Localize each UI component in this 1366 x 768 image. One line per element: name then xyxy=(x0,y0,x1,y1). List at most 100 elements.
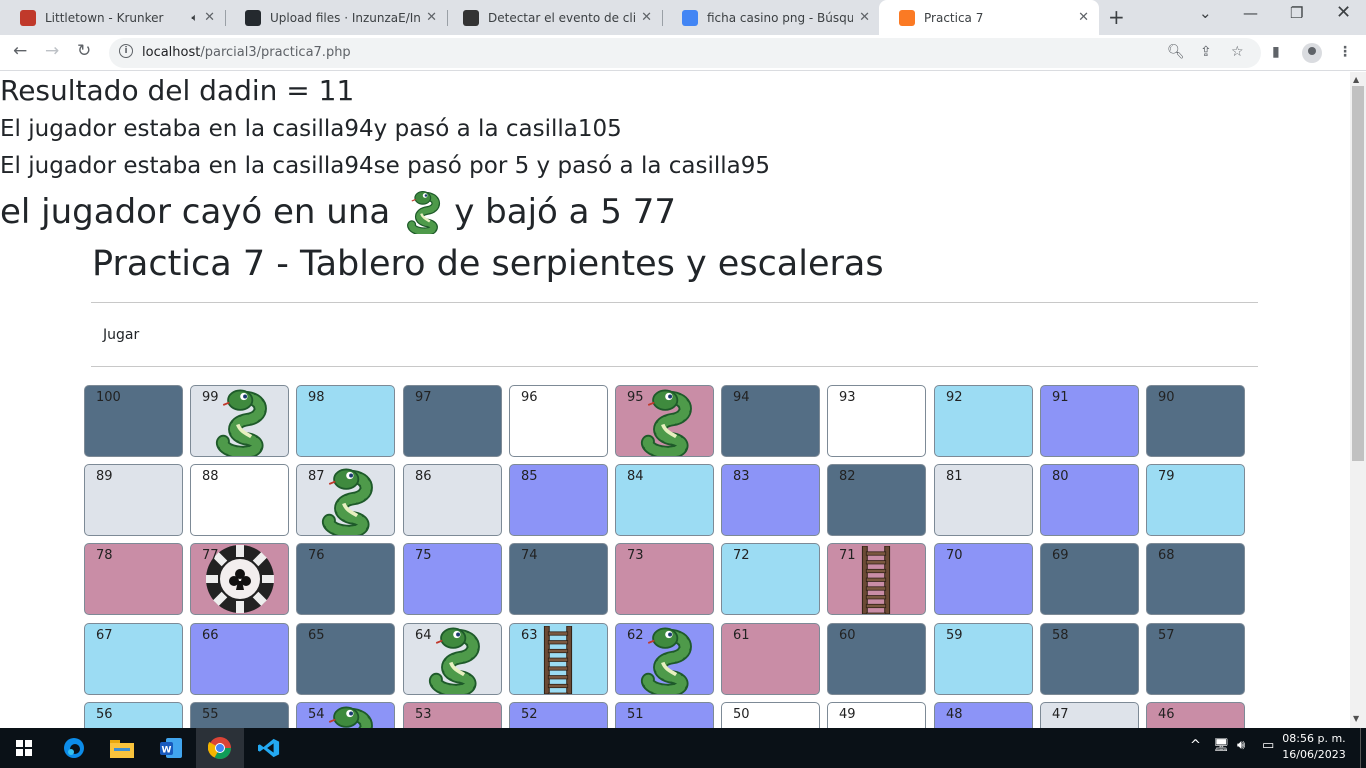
close-tab-icon[interactable]: ✕ xyxy=(859,10,870,25)
network-icon[interactable]: 🖥︎ xyxy=(1213,738,1230,753)
minimize-button[interactable]: — xyxy=(1243,4,1258,22)
tab-strip: Littletown - Krunker 🔈︎ ✕ Upload files · In… xyxy=(0,0,1366,35)
cell-number: 97 xyxy=(415,390,432,405)
profile-avatar[interactable] xyxy=(1302,43,1322,63)
ime-icon[interactable]: ▭ xyxy=(1262,738,1274,753)
board-cell-50: 50 xyxy=(721,702,820,728)
word-icon[interactable]: W xyxy=(147,728,195,768)
close-tab-icon[interactable]: ✕ xyxy=(1078,10,1089,25)
board-cell-84: 84 xyxy=(615,464,714,536)
page-content: Resultado del dadin = 11 El jugador esta… xyxy=(0,72,1350,728)
cell-number: 100 xyxy=(96,390,121,405)
browser-tab[interactable]: Practica 7 ✕ xyxy=(879,0,1099,35)
cell-number: 76 xyxy=(308,548,325,563)
side-panel-icon[interactable]: ▮ xyxy=(1272,44,1280,60)
close-tab-icon[interactable]: ✕ xyxy=(641,10,652,25)
snake-icon xyxy=(317,705,373,728)
board-cell-55: 55 xyxy=(190,702,289,728)
forward-button[interactable]: → xyxy=(45,41,59,61)
system-clock[interactable]: 08:56 p. m. 16/06/2023 xyxy=(1279,731,1349,763)
close-window-button[interactable]: ✕ xyxy=(1336,2,1351,23)
reload-button[interactable]: ↻ xyxy=(77,41,91,61)
share-icon[interactable]: ⇪ xyxy=(1200,44,1212,60)
cell-number: 74 xyxy=(521,548,538,563)
windows-taskbar: W ^ 🖥︎ 🔊︎ ▭ 08:56 p. m. 16/06/2023 xyxy=(0,728,1366,768)
board-cell-54: 54 xyxy=(296,702,395,728)
vscode-icon[interactable] xyxy=(245,728,293,768)
cell-number: 78 xyxy=(96,548,113,563)
clock-time: 08:56 p. m. xyxy=(1282,732,1346,745)
windows-start-icon[interactable] xyxy=(0,728,48,768)
volume-icon[interactable]: 🔊︎ xyxy=(1237,738,1245,753)
board-cell-71: 71 xyxy=(827,543,926,618)
cell-number: 85 xyxy=(521,469,538,484)
tab-search-icon[interactable]: ⌄ xyxy=(1199,4,1212,22)
board-cell-57: 57 xyxy=(1146,623,1245,695)
cell-number: 55 xyxy=(202,707,219,722)
chrome-icon[interactable] xyxy=(196,728,244,768)
scrollbar-thumb[interactable] xyxy=(1352,86,1364,461)
restore-button[interactable]: ❐ xyxy=(1290,4,1303,22)
cell-number: 56 xyxy=(96,707,113,722)
site-info-icon[interactable]: i xyxy=(119,44,133,58)
zoom-icon[interactable]: 🔍︎ xyxy=(1167,44,1185,60)
board-cell-78: 78 xyxy=(84,543,183,615)
file-explorer-icon[interactable] xyxy=(98,728,146,768)
board-cell-73: 73 xyxy=(615,543,714,615)
show-hidden-icons[interactable]: ^ xyxy=(1190,738,1201,753)
cell-number: 70 xyxy=(946,548,963,563)
address-bar[interactable]: i localhost/parcial3/practica7.php 🔍︎ ⇪ … xyxy=(109,38,1261,68)
cell-number: 81 xyxy=(946,469,963,484)
snake-icon xyxy=(317,467,373,539)
board-cell-79: 79 xyxy=(1146,464,1245,536)
cell-number: 98 xyxy=(308,390,325,405)
url-text[interactable]: localhost/parcial3/practica7.php xyxy=(142,45,351,60)
cell-number: 77 xyxy=(202,548,219,563)
play-link[interactable]: Jugar xyxy=(103,327,139,343)
browser-tab[interactable]: Upload files · InzunzaE/Inzun ✕ xyxy=(225,0,447,35)
cell-number: 64 xyxy=(415,628,432,643)
cell-number: 96 xyxy=(521,390,538,405)
cell-number: 75 xyxy=(415,548,432,563)
cell-number: 79 xyxy=(1158,469,1175,484)
cell-number: 60 xyxy=(839,628,856,643)
scroll-down-arrow[interactable]: ▼ xyxy=(1353,714,1359,723)
board-cell-47: 47 xyxy=(1040,702,1139,728)
xampp-icon xyxy=(899,9,915,26)
board-cell-93: 93 xyxy=(827,385,926,457)
cell-number: 88 xyxy=(202,469,219,484)
board-cell-94: 94 xyxy=(721,385,820,457)
show-desktop-button[interactable] xyxy=(1360,728,1366,768)
snake-icon xyxy=(211,388,267,460)
tab-title: Littletown - Krunker xyxy=(45,10,164,25)
back-button[interactable]: ← xyxy=(13,41,27,61)
board-cell-75: 75 xyxy=(403,543,502,615)
cell-number: 58 xyxy=(1052,628,1069,643)
close-tab-icon[interactable]: ✕ xyxy=(426,10,437,25)
close-tab-icon[interactable]: ✕ xyxy=(204,10,215,25)
page-title: Practica 7 - Tablero de serpientes y esc… xyxy=(92,244,884,284)
browser-tab[interactable]: Detectar el evento de clic del ✕ xyxy=(443,0,662,35)
cell-number: 47 xyxy=(1052,707,1069,722)
mute-tab-icon[interactable]: 🔈︎ xyxy=(191,11,198,25)
dice-result: Resultado del dadin = 11 xyxy=(0,74,355,107)
bookmark-star-icon[interactable]: ☆ xyxy=(1231,44,1244,60)
ladder-icon xyxy=(858,545,894,618)
cell-number: 49 xyxy=(839,707,856,722)
board-cell-91: 91 xyxy=(1040,385,1139,457)
board-cell-81: 81 xyxy=(934,464,1033,536)
board-cell-65: 65 xyxy=(296,623,395,695)
cell-number: 87 xyxy=(308,469,325,484)
browser-tab[interactable]: ficha casino png - Búsqueda ✕ xyxy=(662,0,880,35)
new-tab-button[interactable]: + xyxy=(1108,5,1125,29)
browser-tab[interactable]: Littletown - Krunker 🔈︎ ✕ xyxy=(0,0,225,35)
board-cell-86: 86 xyxy=(403,464,502,536)
board-cell-95: 95 xyxy=(615,385,714,460)
scroll-up-arrow[interactable]: ▲ xyxy=(1353,75,1359,84)
board-cell-69: 69 xyxy=(1040,543,1139,615)
menu-icon[interactable]: ⋮ xyxy=(1338,44,1352,60)
board-cell-51: 51 xyxy=(615,702,714,728)
cell-number: 84 xyxy=(627,469,644,484)
edge-icon[interactable] xyxy=(50,728,98,768)
cell-number: 54 xyxy=(308,707,325,722)
